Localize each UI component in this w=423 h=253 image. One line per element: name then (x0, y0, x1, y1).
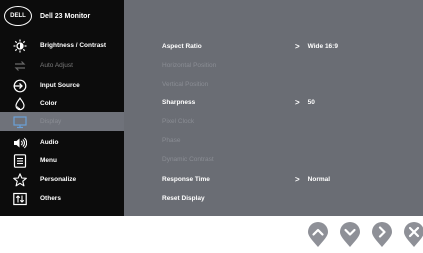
menu-item-label: Auto Adjust (40, 62, 73, 69)
close-icon (404, 222, 423, 247)
setting-row-reset-display[interactable]: Reset Display (124, 189, 423, 208)
menu-item-auto-adjust[interactable]: Auto Adjust (0, 56, 124, 75)
setting-row-sharpness[interactable]: Sharpness > 50 (124, 93, 423, 112)
setting-label: Reset Display (162, 195, 205, 202)
setting-label: Horizontal Position (162, 62, 217, 69)
arrow-down-icon (340, 222, 360, 247)
menu-item-audio[interactable]: Audio (0, 133, 124, 152)
menu-item-color[interactable]: Color (0, 94, 124, 113)
menu-item-label: Display (40, 118, 62, 125)
nav-exit-button[interactable] (403, 222, 423, 248)
menu-item-label: Color (40, 100, 57, 107)
monitor-nav-buttons (307, 222, 423, 250)
star-icon (11, 172, 29, 187)
setting-row-dynamic-contrast[interactable]: Dynamic Contrast (124, 150, 423, 169)
setting-label: Sharpness (162, 99, 196, 106)
menu-icon (11, 153, 29, 168)
dell-logo: DELL (4, 6, 32, 26)
menu-item-display[interactable]: Display (0, 112, 124, 131)
menu-item-label: Audio (40, 139, 59, 146)
setting-value: > Wide 16:9 (295, 42, 338, 51)
menu-item-others[interactable]: Others (0, 189, 124, 208)
setting-row-pixel-clock[interactable]: Pixel Clock (124, 112, 423, 131)
monitor-osd: DELL Dell 23 Monitor Brightness / Contra… (0, 0, 423, 216)
menu-item-label: Others (40, 195, 61, 202)
brand-header: DELL Dell 23 Monitor (4, 6, 90, 26)
nav-right-button[interactable] (371, 222, 393, 248)
display-settings-panel: Aspect Ratio > Wide 16:9 Horizontal Posi… (124, 0, 423, 216)
menu-item-menu[interactable]: Menu (0, 151, 124, 170)
menu-item-personalize[interactable]: Personalize (0, 170, 124, 189)
chevron-right-icon: > (295, 175, 300, 184)
osd-sidebar: DELL Dell 23 Monitor Brightness / Contra… (0, 0, 124, 216)
auto-adjust-icon (11, 59, 29, 73)
setting-value: > 50 (295, 98, 315, 107)
sharpness-value: 50 (307, 99, 315, 106)
others-icon (11, 192, 29, 206)
setting-value: > Normal (295, 175, 330, 184)
setting-label: Dynamic Contrast (162, 156, 214, 163)
input-source-icon (11, 79, 29, 93)
menu-item-label: Brightness / Contrast (40, 42, 107, 49)
setting-label: Vertical Position (162, 81, 209, 88)
setting-label: Pixel Clock (162, 118, 195, 125)
chevron-right-icon: > (295, 42, 300, 51)
audio-icon (11, 136, 29, 150)
setting-row-horizontal-position[interactable]: Horizontal Position (124, 56, 423, 75)
monitor-model-title: Dell 23 Monitor (40, 12, 91, 20)
setting-label: Phase (162, 137, 181, 144)
menu-item-label: Menu (40, 157, 57, 164)
nav-up-button[interactable] (307, 222, 329, 248)
display-icon (11, 115, 29, 129)
menu-item-label: Input Source (40, 82, 80, 89)
menu-item-label: Personalize (40, 176, 77, 183)
brightness-icon (11, 39, 29, 53)
menu-item-input-source[interactable]: Input Source (0, 76, 124, 95)
setting-row-phase[interactable]: Phase (124, 131, 423, 150)
arrow-right-icon (372, 222, 392, 247)
response-time-value: Normal (307, 176, 331, 183)
setting-label: Aspect Ratio (162, 43, 202, 50)
aspect-ratio-value: Wide 16:9 (307, 43, 338, 50)
setting-row-vertical-position[interactable]: Vertical Position (124, 75, 423, 94)
setting-row-response-time[interactable]: Response Time > Normal (124, 170, 423, 189)
arrow-up-icon (308, 222, 328, 247)
menu-item-brightness-contrast[interactable]: Brightness / Contrast (0, 36, 124, 55)
setting-row-aspect-ratio[interactable]: Aspect Ratio > Wide 16:9 (124, 37, 423, 56)
nav-down-button[interactable] (339, 222, 361, 248)
color-icon (11, 96, 29, 111)
chevron-right-icon: > (295, 98, 300, 107)
setting-label: Response Time (162, 176, 210, 183)
